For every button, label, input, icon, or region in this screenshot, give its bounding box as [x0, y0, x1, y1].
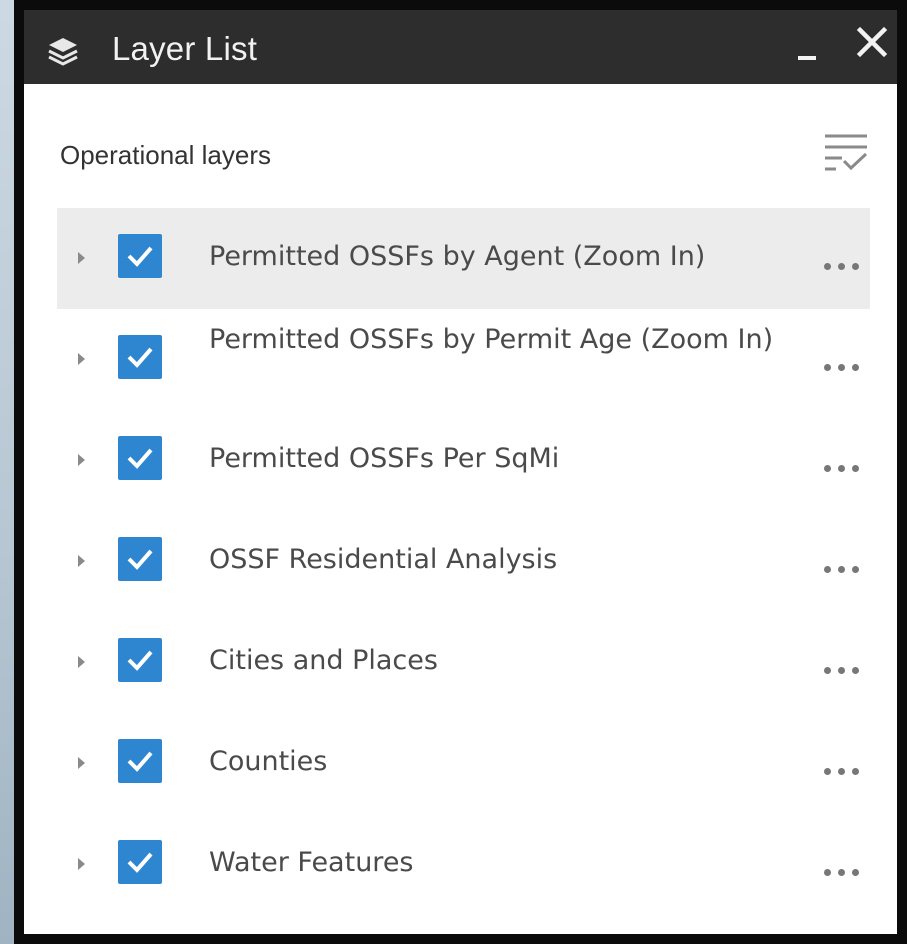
layer-row[interactable]: Cities and Places [57, 612, 870, 713]
expand-caret-icon[interactable] [78, 353, 85, 365]
layer-label: Permitted OSSFs by Permit Age (Zoom In) [209, 324, 774, 355]
section-title: Operational layers [60, 140, 271, 170]
more-options-icon[interactable] [822, 866, 866, 878]
expand-caret-icon[interactable] [78, 454, 85, 466]
layer-label: Counties [209, 746, 328, 777]
filter-list-icon[interactable] [822, 130, 870, 176]
close-icon[interactable] [852, 22, 892, 62]
layer-row[interactable]: Permitted OSSFs Per SqMi [57, 410, 870, 511]
layer-label: Permitted OSSFs by Agent (Zoom In) [209, 241, 706, 272]
layer-visibility-checkbox[interactable] [118, 537, 162, 581]
widget-header: Layer List [24, 10, 897, 84]
layers-icon [46, 35, 80, 69]
more-options-icon[interactable] [822, 563, 866, 575]
layer-list-widget: Layer List Operational layers Permitted … [14, 0, 907, 944]
layer-rows: Permitted OSSFs by Agent (Zoom In) Permi… [57, 208, 870, 915]
layer-visibility-checkbox[interactable] [118, 436, 162, 480]
expand-caret-icon[interactable] [78, 858, 85, 870]
widget-title: Layer List [112, 30, 258, 67]
layer-row[interactable]: Counties [57, 713, 870, 814]
layer-label: Permitted OSSFs Per SqMi [209, 443, 560, 474]
layer-visibility-checkbox[interactable] [118, 234, 162, 278]
more-options-icon[interactable] [822, 765, 866, 777]
layer-visibility-checkbox[interactable] [118, 335, 162, 379]
layer-label: OSSF Residential Analysis [209, 544, 558, 575]
layer-row[interactable]: Water Features [57, 814, 870, 915]
expand-caret-icon[interactable] [78, 555, 85, 567]
layer-visibility-checkbox[interactable] [118, 840, 162, 884]
layer-list-panel: Operational layers Permitted OSSFs by Ag… [24, 84, 897, 934]
expand-caret-icon[interactable] [78, 757, 85, 769]
more-options-icon[interactable] [822, 361, 866, 373]
map-background-edge [0, 0, 14, 944]
expand-caret-icon[interactable] [78, 252, 85, 264]
expand-caret-icon[interactable] [78, 656, 85, 668]
layer-visibility-checkbox[interactable] [118, 638, 162, 682]
layer-row[interactable]: Permitted OSSFs by Permit Age (Zoom In) [57, 309, 870, 410]
more-options-icon[interactable] [822, 664, 866, 676]
layer-row[interactable]: OSSF Residential Analysis [57, 511, 870, 612]
more-options-icon[interactable] [822, 260, 866, 272]
layer-row[interactable]: Permitted OSSFs by Agent (Zoom In) [57, 208, 870, 309]
layer-label: Water Features [209, 847, 414, 878]
layer-visibility-checkbox[interactable] [118, 739, 162, 783]
layer-label: Cities and Places [209, 645, 438, 676]
minimize-icon[interactable] [796, 40, 818, 66]
more-options-icon[interactable] [822, 462, 866, 474]
